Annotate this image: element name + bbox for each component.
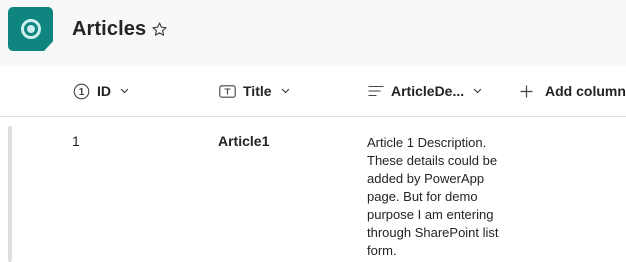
list-app-icon: [8, 7, 53, 51]
chevron-down-icon[interactable]: [281, 88, 290, 94]
column-label-id: ID: [97, 83, 111, 99]
plus-icon: [520, 85, 533, 98]
chevron-down-icon[interactable]: [120, 88, 129, 94]
cell-id: 1: [72, 133, 80, 149]
add-column-button[interactable]: Add column: [520, 66, 626, 116]
app-icon-dot: [27, 25, 35, 33]
number-circle-icon: 1: [73, 83, 90, 100]
text-field-icon: [219, 84, 236, 98]
cell-article-description: Article 1 Description. These details cou…: [367, 135, 499, 258]
column-header-row: 1 ID Title ArticleDe... Add column: [0, 66, 626, 117]
chevron-down-icon[interactable]: [473, 88, 482, 94]
multiline-text-icon: [368, 85, 384, 97]
column-header-id[interactable]: 1 ID: [73, 66, 129, 116]
list-header: Articles: [0, 0, 626, 66]
star-outline-icon[interactable]: [151, 21, 168, 38]
row-selection-bar[interactable]: [8, 126, 12, 262]
svg-text:1: 1: [79, 87, 85, 98]
table-row[interactable]: 1 Article1 Article 1 Description. These …: [0, 118, 626, 262]
column-header-article-description[interactable]: ArticleDe...: [368, 66, 482, 116]
column-header-title[interactable]: Title: [219, 66, 290, 116]
cell-title[interactable]: Article1: [218, 133, 269, 149]
add-column-label: Add column: [545, 83, 626, 99]
column-label-title: Title: [243, 83, 272, 99]
page-title: Articles: [72, 18, 147, 40]
column-label-article-description: ArticleDe...: [391, 83, 465, 99]
